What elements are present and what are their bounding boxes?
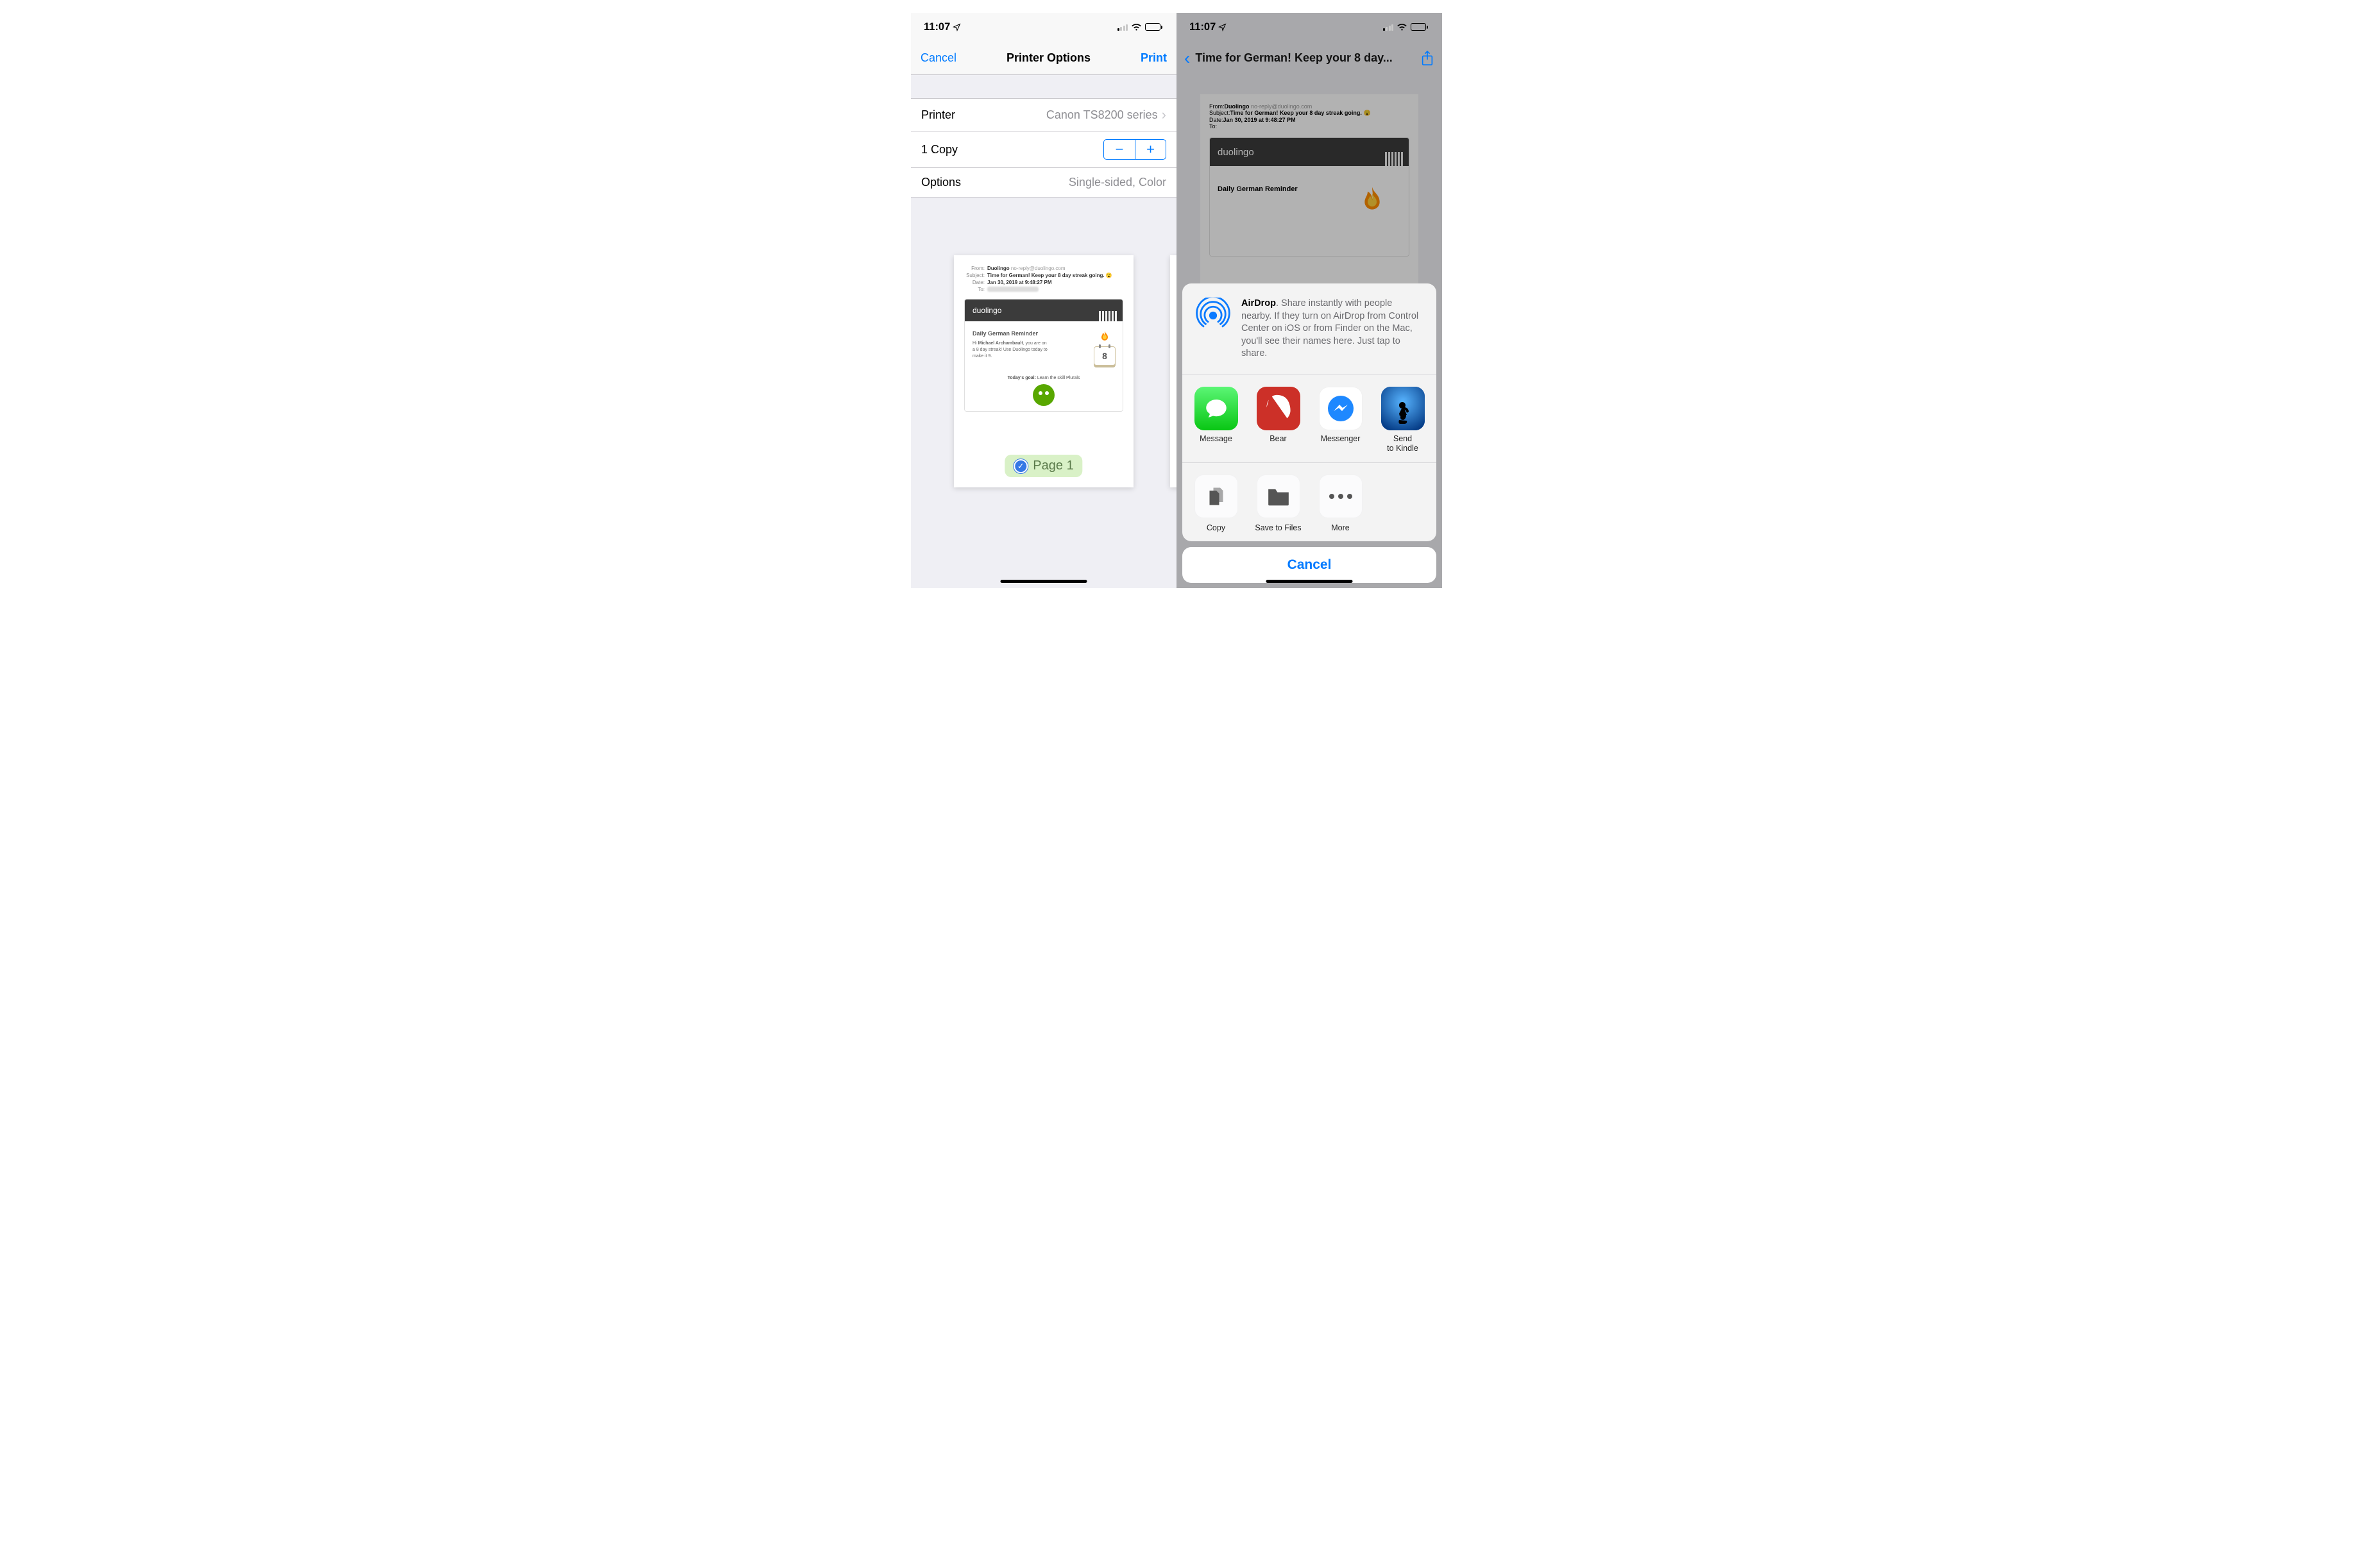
streak-calendar-icon: 8 [1094, 330, 1116, 366]
status-time: 11:07 [1189, 21, 1216, 33]
copy-icon [1194, 475, 1238, 518]
options-row[interactable]: Options Single-sided, Color [911, 168, 1176, 198]
copies-row: 1 Copy − + [911, 131, 1176, 168]
back-button[interactable]: ‹ [1184, 48, 1190, 69]
battery-icon [1145, 23, 1162, 31]
share-actions-row: Copy Save to Files More [1182, 463, 1436, 541]
battery-icon [1411, 23, 1428, 31]
wifi-icon [1131, 23, 1142, 31]
duo-owl-icon [1033, 384, 1055, 406]
home-indicator[interactable] [1001, 580, 1087, 583]
chevron-right-icon: › [1162, 106, 1166, 123]
cellular-icon [1383, 24, 1394, 31]
phone-share-sheet: 11:07 ‹ Time for German! Keep your 8 day… [1176, 13, 1442, 588]
share-app-message[interactable]: Message [1185, 387, 1247, 453]
action-more[interactable]: More [1309, 475, 1372, 532]
share-icon[interactable] [1420, 50, 1434, 67]
home-indicator[interactable] [1266, 580, 1353, 583]
print-button[interactable]: Print [1141, 51, 1167, 65]
location-icon [953, 23, 961, 31]
flame-icon [1352, 184, 1393, 220]
status-bar: 11:07 [1176, 13, 1442, 41]
preview-area: From:Duolingo no-reply@duolingo.com Subj… [911, 217, 1176, 588]
printer-value: Canon TS8200 series [1046, 108, 1158, 122]
pdf-title: Time for German! Keep your 8 day... [1195, 51, 1416, 65]
options-value: Single-sided, Color [1069, 176, 1166, 189]
pdf-nav-bar: ‹ Time for German! Keep your 8 day... [1176, 41, 1442, 75]
action-copy[interactable]: Copy [1185, 475, 1247, 532]
copies-label: 1 Copy [921, 143, 958, 156]
folder-icon [1257, 475, 1300, 518]
phone-print-options: 11:07 Cancel Printer Options Print Print… [911, 13, 1176, 588]
next-page-peek[interactable] [1170, 255, 1176, 487]
wifi-icon [1397, 23, 1407, 31]
printer-label: Printer [921, 108, 955, 122]
status-bar: 11:07 [911, 13, 1176, 41]
page-badge: ✓ Page 1 [1005, 455, 1082, 477]
options-label: Options [921, 176, 961, 189]
airdrop-text: AirDrop. Share instantly with people nea… [1241, 298, 1423, 360]
kindle-icon [1381, 387, 1425, 430]
share-cancel-button[interactable]: Cancel [1182, 547, 1436, 583]
page-thumbnail[interactable]: From:Duolingo no-reply@duolingo.com Subj… [954, 255, 1134, 487]
stepper-plus-button[interactable]: + [1135, 140, 1166, 159]
cancel-button[interactable]: Cancel [921, 51, 956, 65]
duolingo-logo: duolingo [973, 306, 1001, 315]
flame-icon [1095, 330, 1114, 345]
share-app-kindle[interactable]: Sendto Kindle [1372, 387, 1434, 453]
location-icon [1218, 23, 1227, 31]
more-icon [1319, 475, 1363, 518]
share-app-bear[interactable]: Bear [1247, 387, 1309, 453]
messenger-icon [1319, 387, 1363, 430]
status-time: 11:07 [924, 21, 950, 33]
action-save-files[interactable]: Save to Files [1247, 475, 1309, 532]
airdrop-section[interactable]: AirDrop. Share instantly with people nea… [1182, 283, 1436, 375]
bear-icon [1257, 387, 1300, 430]
share-app-messenger[interactable]: Messenger [1309, 387, 1372, 453]
check-icon: ✓ [1014, 459, 1028, 473]
nav-title: Printer Options [1007, 51, 1091, 65]
printer-row[interactable]: Printer Canon TS8200 series › [911, 99, 1176, 131]
airdrop-icon [1195, 298, 1231, 333]
print-settings-list: Printer Canon TS8200 series › 1 Copy − +… [911, 98, 1176, 198]
brandenburg-gate-icon [1098, 311, 1117, 321]
stepper-minus-button[interactable]: − [1104, 140, 1135, 159]
share-apps-row: Message Bear Messenger [1182, 375, 1436, 463]
share-sheet: AirDrop. Share instantly with people nea… [1182, 283, 1436, 583]
cellular-icon [1117, 24, 1128, 31]
redacted-recipient [987, 287, 1039, 292]
messages-icon [1194, 387, 1238, 430]
copies-stepper: − + [1103, 139, 1166, 160]
nav-bar: Cancel Printer Options Print [911, 41, 1176, 75]
